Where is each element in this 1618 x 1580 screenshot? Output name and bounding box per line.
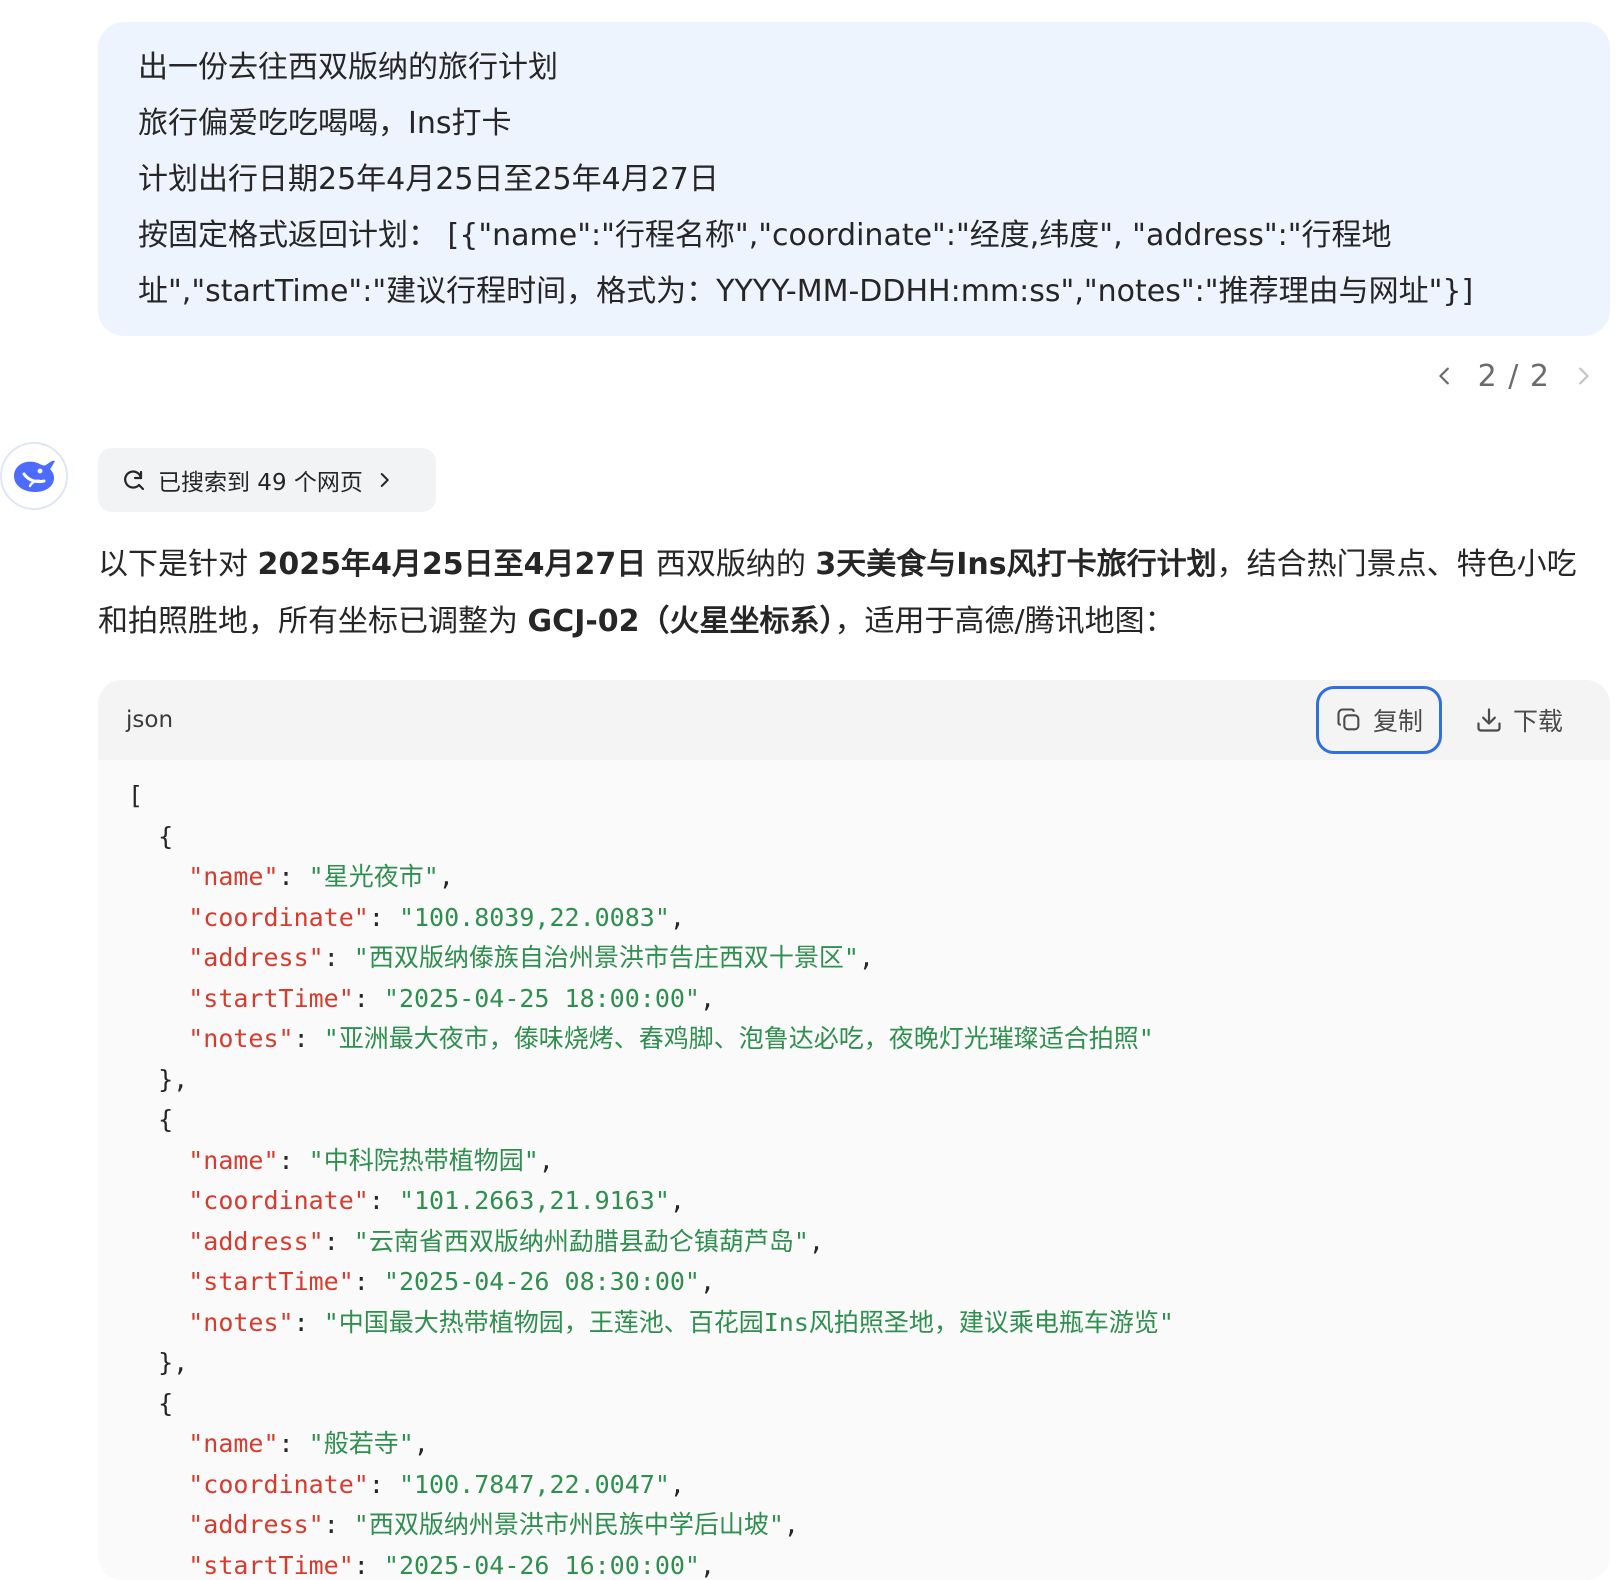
answer-bold-plan: 3天美食与Ins风打卡旅行计划 <box>815 547 1217 582</box>
assistant-avatar <box>0 442 68 510</box>
code-value: "亚洲最大夜市，傣味烧烤、舂鸡脚、泡鲁达必吃，夜晚灯光璀璨适合拍照" <box>323 1024 1154 1053</box>
version-count: 2 / 2 <box>1477 358 1550 394</box>
code-language-label: json <box>126 707 174 733</box>
code-key: "name" <box>188 1429 279 1458</box>
previous-version-button[interactable] <box>1430 361 1460 391</box>
answer-text: 西双版纳的 <box>646 547 816 582</box>
code-actions: 复制 下载 <box>1315 686 1582 754</box>
code-key: "address" <box>188 1510 324 1539</box>
code-content: [ { "name": "星光夜市", "coordinate": "100.8… <box>128 781 1174 1580</box>
code-brace: { <box>158 821 174 851</box>
user-message-line: 按固定格式返回计划： [{"name":"行程名称","coordinate":… <box>138 218 1392 253</box>
answer-text: ，适用于高德/腾讯地图： <box>834 604 1175 639</box>
download-code-button[interactable]: 下载 <box>1456 686 1582 754</box>
next-version-button[interactable] <box>1568 361 1598 391</box>
answer-bold-dates: 2025年4月25日至4月27日 <box>257 547 647 582</box>
code-value: "101.2663,21.9163" <box>398 1186 670 1215</box>
message-version-pager: 2 / 2 <box>1430 352 1598 400</box>
code-key: "coordinate" <box>188 1186 369 1215</box>
code-key: "coordinate" <box>188 1469 369 1499</box>
code-key: "startTime" <box>188 1267 354 1296</box>
chevron-right-icon <box>1579 367 1589 385</box>
code-value: "中国最大热带植物园，王莲池、百花园Ins风拍照圣地，建议乘电瓶车游览" <box>323 1307 1174 1337</box>
code-value: "2025-04-26 08:30:00" <box>383 1267 700 1296</box>
user-message-line: 计划出行日期25年4月25日至25年4月27日 <box>138 162 719 197</box>
code-key: "name" <box>188 1145 279 1175</box>
code-key: "startTime" <box>188 983 354 1013</box>
code-key: "coordinate" <box>188 902 369 932</box>
chevron-left-icon <box>1438 367 1449 385</box>
copy-code-button[interactable]: 复制 <box>1315 686 1442 754</box>
code-value: "100.8039,22.0083" <box>398 902 670 932</box>
code-key: "name" <box>188 862 279 891</box>
whale-logo-icon <box>14 460 55 492</box>
code-brace: { <box>158 1388 174 1418</box>
code-key: "notes" <box>188 1024 294 1053</box>
user-message-line: 出一份去往西双版纳的旅行计划 <box>138 50 558 85</box>
search-chip-label: 已搜索到 49 个网页 <box>158 470 363 496</box>
assistant-answer-text: 以下是针对 2025年4月25日至4月27日 西双版纳的 3天美食与Ins风打卡… <box>98 536 1603 650</box>
code-value: "中科院热带植物园" <box>308 1145 539 1175</box>
user-message-line: 旅行偏爱吃吃喝喝，Ins打卡 <box>138 106 512 141</box>
code-value: "云南省西双版纳州勐腊县勐仑镇葫芦岛" <box>353 1226 809 1256</box>
code-value: "星光夜市" <box>308 862 439 891</box>
code-value: "西双版纳州景洪市州民族中学后山坡" <box>353 1510 784 1539</box>
code-block-header: json 复制 下载 <box>98 680 1610 760</box>
code-value: "2025-04-26 16:00:00" <box>383 1550 700 1580</box>
code-value: "般若寺" <box>308 1429 414 1458</box>
code-key: "address" <box>188 1226 324 1256</box>
chevron-right-icon <box>380 473 389 487</box>
search-refresh-icon <box>124 470 145 491</box>
code-value: "2025-04-25 18:00:00" <box>383 983 700 1013</box>
code-key: "notes" <box>188 1307 294 1337</box>
code-bracket: [ <box>128 781 144 810</box>
copy-icon <box>1337 708 1360 731</box>
code-key: "startTime" <box>188 1550 354 1580</box>
answer-bold-coordinate-system: GCJ-02（火星坐标系） <box>527 604 835 639</box>
download-icon <box>1477 708 1501 732</box>
code-key: "address" <box>188 943 324 972</box>
answer-text: 以下是针对 <box>98 547 258 582</box>
copy-label: 复制 <box>1372 707 1423 736</box>
user-message-bubble: 出一份去往西双版纳的旅行计划 旅行偏爱吃吃喝喝，Ins打卡 计划出行日期25年4… <box>98 22 1610 336</box>
code-brace: }, <box>158 1348 189 1377</box>
web-search-results-button[interactable]: 已搜索到 49 个网页 <box>98 448 436 512</box>
download-label: 下载 <box>1512 707 1563 736</box>
code-value: "西双版纳傣族自治州景洪市告庄西双十景区" <box>353 943 859 972</box>
code-brace: }, <box>158 1064 189 1094</box>
code-value: "100.7847,22.0047" <box>398 1469 670 1499</box>
code-block: json 复制 下载 [ { "name": "星光夜市", "coordina… <box>98 680 1610 1580</box>
user-message-line: 址","startTime":"建议行程时间，格式为：YYYY-MM-DDHH:… <box>138 274 1474 309</box>
code-brace: { <box>158 1105 174 1134</box>
